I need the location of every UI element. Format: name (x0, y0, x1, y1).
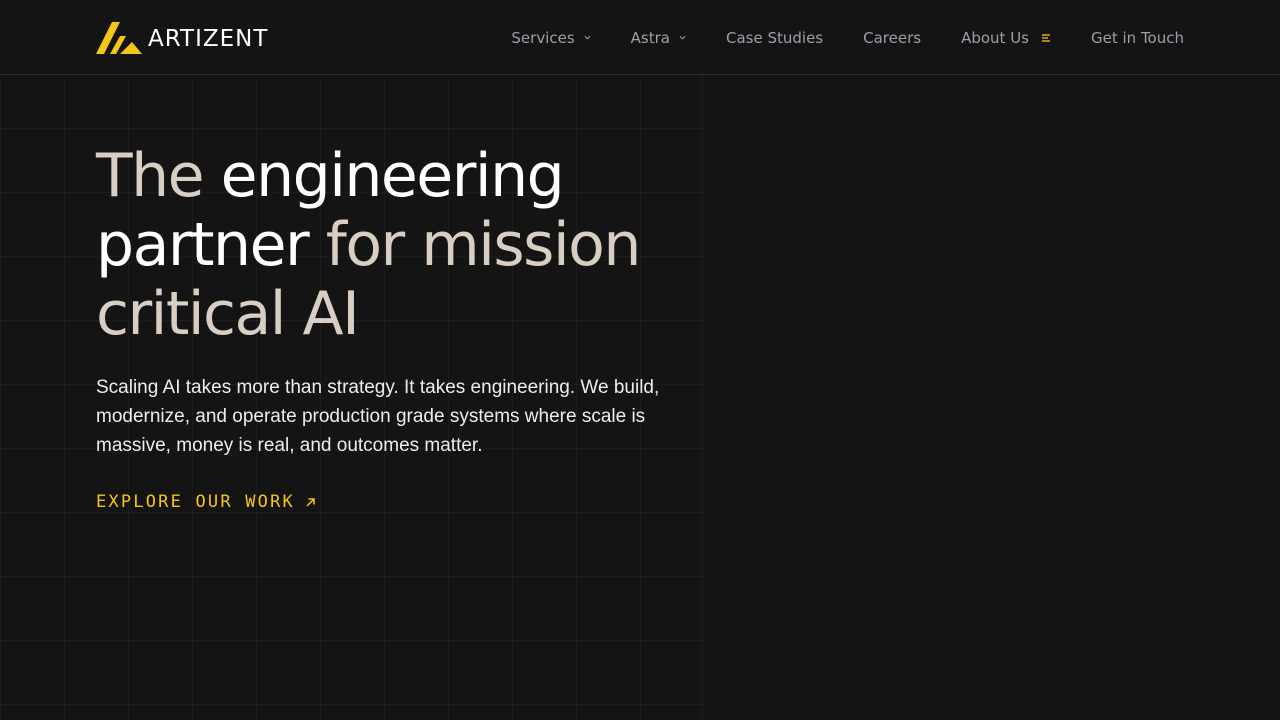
explore-our-work-link[interactable]: EXPLORE OUR WORK (96, 492, 316, 512)
hero-headline: The engineering partner for mission critic… (96, 142, 716, 349)
nav-item-case-studies[interactable]: Case Studies (726, 29, 823, 47)
chevron-down-icon (679, 35, 686, 40)
arrow-up-right-icon (306, 497, 315, 507)
nav-item-label: Get in Touch (1091, 28, 1184, 47)
nav-item-label: Case Studies (726, 28, 824, 47)
artizent-logo-icon (96, 22, 142, 54)
nav-item-label: Astra (630, 28, 670, 47)
nav-item-astra[interactable]: Astra (631, 29, 686, 47)
headline-part: partner (96, 210, 310, 280)
nav-item-label: Services (511, 28, 575, 47)
headline-part: The (96, 141, 221, 211)
brand-name: ARTIZENT (148, 26, 269, 52)
headline-part: engineering (220, 141, 565, 211)
headline-part: critical AI (96, 279, 360, 349)
nav-item-about-us[interactable]: About Us (961, 29, 1051, 47)
nav-item-get-in-touch[interactable]: Get in Touch (1091, 29, 1184, 47)
main-nav: Services Astra Case Studies Careers Abou… (511, 0, 1184, 75)
nav-item-label: Careers (863, 28, 922, 47)
headline-part: for mission (308, 210, 642, 280)
nav-item-careers[interactable]: Careers (863, 29, 921, 47)
chevron-down-icon (584, 35, 591, 40)
page: ARTIZENT Services Astra Case Studies Car… (0, 0, 1280, 720)
nav-item-services[interactable]: Services (511, 28, 591, 47)
hero-subtext: Scaling AI takes more than strategy. It … (96, 377, 660, 456)
brand-logo-link[interactable]: ARTIZENT (96, 22, 268, 56)
menu-lines-icon (1042, 33, 1050, 42)
site-header: ARTIZENT Services Astra Case Studies Car… (0, 0, 1280, 75)
nav-item-label: About Us (961, 28, 1029, 47)
cta-label: EXPLORE OUR WORK (96, 492, 295, 512)
